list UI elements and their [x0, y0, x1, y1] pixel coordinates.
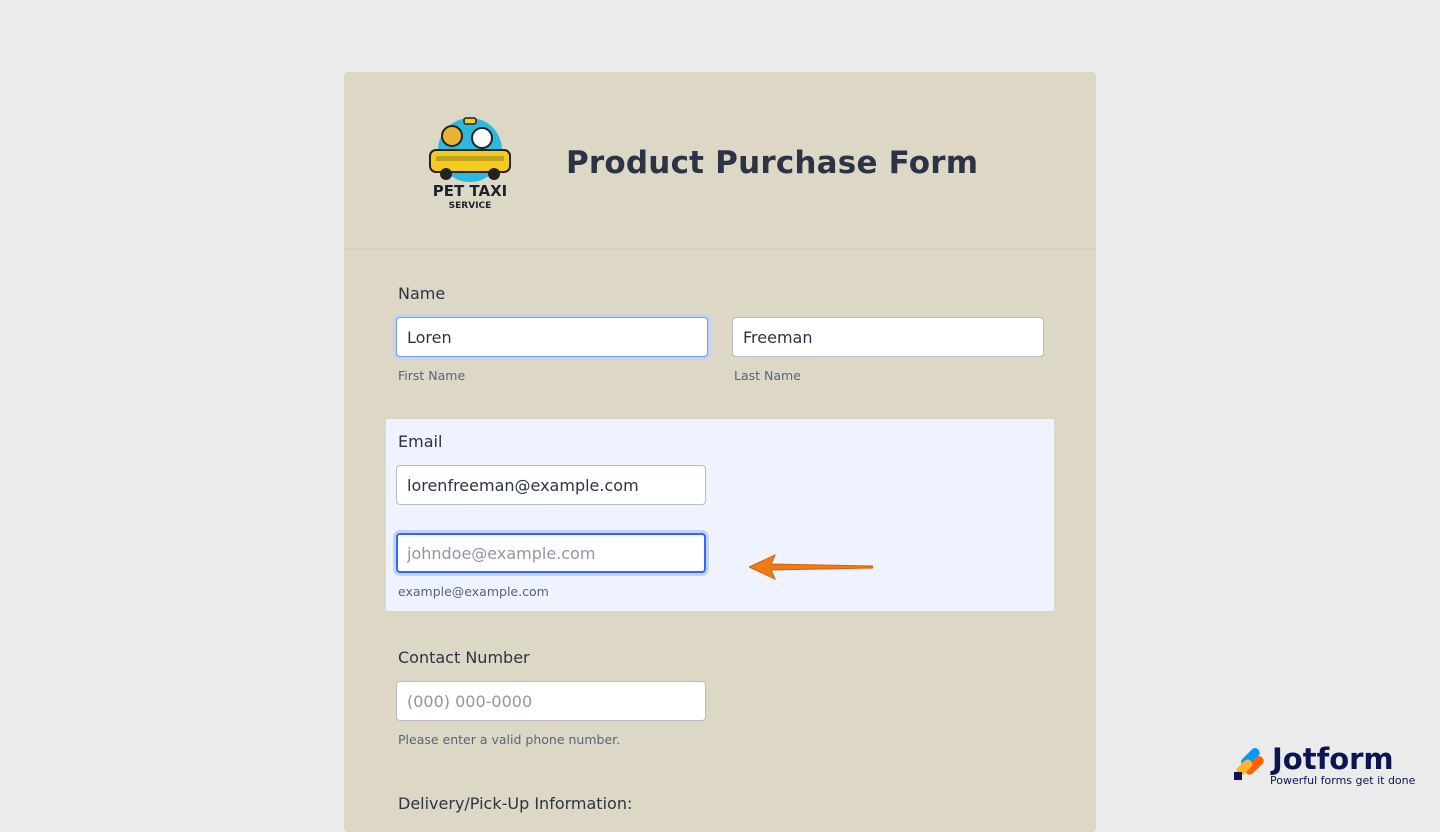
- jotform-badge[interactable]: Jotform Powerful forms get it done: [1232, 742, 1416, 790]
- first-name-sublabel: First Name: [398, 368, 466, 383]
- form-title: Product Purchase Form: [566, 145, 979, 181]
- pet-taxi-logo: PET TAXI SERVICE: [429, 117, 511, 211]
- last-name-input[interactable]: [732, 317, 1044, 357]
- logo-line-1: PET TAXI: [433, 182, 508, 200]
- contact-number-label: Contact Number: [398, 648, 530, 667]
- contact-number-sublabel: Please enter a valid phone number.: [398, 732, 621, 747]
- email-section: Email example@example.com: [386, 419, 1054, 611]
- name-label: Name: [398, 284, 446, 303]
- logo-line-2: SERVICE: [449, 201, 492, 211]
- form-card: PET TAXI SERVICE Product Purchase Form N…: [344, 72, 1096, 832]
- email-label: Email: [398, 432, 443, 451]
- contact-number-input[interactable]: [396, 681, 706, 721]
- jotform-logo-icon: [1234, 748, 1264, 780]
- confirm-email-input[interactable]: [396, 533, 706, 573]
- jotform-name: Jotform: [1272, 742, 1394, 776]
- form-header: PET TAXI SERVICE Product Purchase Form: [344, 72, 1096, 249]
- email-sublabel: example@example.com: [398, 584, 549, 599]
- delivery-section-label: Delivery/Pick-Up Information:: [398, 794, 633, 813]
- jotform-tagline: Powerful forms get it done: [1270, 774, 1416, 787]
- pointer-arrow-icon: [749, 553, 873, 581]
- last-name-sublabel: Last Name: [734, 368, 801, 383]
- email-input[interactable]: [396, 465, 706, 505]
- first-name-input[interactable]: [396, 317, 708, 357]
